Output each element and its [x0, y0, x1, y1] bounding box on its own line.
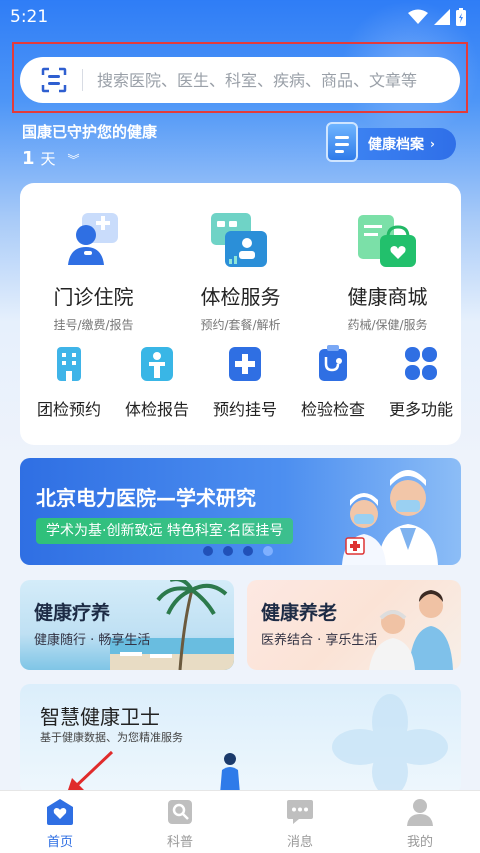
quick-label: 团检预约: [36, 400, 101, 419]
service-mall[interactable]: 健康商城 药械/保健/服务: [314, 183, 461, 333]
tab-label: 首页: [46, 835, 73, 850]
stethoscope-icon: [315, 345, 351, 383]
service-subtitle: 预约/套餐/解析: [200, 318, 281, 332]
banner-tag: 学术为基·创新致远 特色科室·名医挂号: [36, 518, 294, 544]
double-chevron-down-icon: ︾: [67, 153, 80, 167]
card-title: 健康养老: [261, 602, 338, 624]
carousel-dot[interactable]: [223, 546, 233, 556]
person-illustration: [220, 753, 240, 794]
guard-days[interactable]: 1 天 ︾: [22, 148, 80, 169]
service-title: 门诊住院: [53, 285, 134, 309]
status-bar: 5:21: [0, 0, 480, 34]
guard-text: 国康已守护您的健康: [22, 123, 158, 141]
chat-bubble-icon: [285, 797, 315, 827]
quick-report[interactable]: 体检报告: [113, 345, 201, 420]
service-title: 体检服务: [200, 285, 281, 309]
guardian-title: 智慧健康卫士: [40, 705, 160, 729]
status-time: 5:21: [10, 7, 49, 27]
building-icon: [51, 345, 87, 383]
tab-label: 消息: [286, 835, 313, 850]
home-heart-icon: [45, 797, 75, 827]
elderly-nurse-illustration: [369, 590, 453, 670]
book-icon: [165, 797, 195, 827]
plus-register-icon: [227, 345, 263, 383]
service-subtitle: 药械/保健/服务: [347, 318, 428, 332]
quick-label: 预约挂号: [212, 400, 277, 419]
clipboard-icon: [326, 122, 358, 162]
search-bar[interactable]: [20, 57, 460, 103]
banner-title: 北京电力医院—学术研究: [36, 486, 256, 510]
quick-label: 更多功能: [388, 400, 453, 419]
carousel-dot[interactable]: [243, 546, 253, 556]
guard-days-unit: 天: [40, 150, 56, 168]
guard-days-number: 1: [22, 148, 35, 169]
quick-group-checkup[interactable]: 团检预约: [25, 345, 113, 420]
search-divider: [82, 69, 83, 91]
convalescence-card[interactable]: 健康疗养 健康随行 · 畅享生活: [20, 580, 234, 670]
tab-label: 我的: [406, 835, 433, 850]
shopping-bag-heart-icon: [357, 213, 418, 269]
quick-register[interactable]: 预约挂号: [201, 345, 289, 420]
grid-more-icon: [403, 345, 439, 383]
carousel-dots: [203, 546, 273, 556]
quick-label: 体检报告: [124, 400, 189, 419]
battery-icon: [456, 8, 466, 26]
banner-carousel[interactable]: 北京电力医院—学术研究 学术为基·创新致远 特色科室·名医挂号: [20, 458, 461, 565]
quick-more[interactable]: 更多功能: [377, 345, 465, 420]
user-icon: [405, 797, 435, 827]
chevron-right-icon: ›: [430, 137, 435, 151]
carousel-dot[interactable]: [263, 546, 273, 556]
checkup-id-icon: [210, 213, 271, 269]
tab-label: 科普: [166, 835, 193, 850]
card-subtitle: 医养结合 · 享乐生活: [261, 633, 378, 648]
services-card: 门诊住院 挂号/缴费/报告 体检服务 预约/套餐/解析 健康商城 药械/保健/服…: [20, 183, 461, 445]
health-record-label: 健康档案: [368, 137, 424, 153]
signal-icon: [434, 9, 450, 25]
card-title: 健康疗养: [34, 602, 111, 624]
guardian-subtitle: 基于健康数据、为您精准服务: [40, 731, 183, 744]
quick-label: 检验检查: [300, 400, 365, 419]
service-subtitle: 挂号/缴费/报告: [53, 318, 134, 332]
bottom-tab-bar: 首页 科普 消息 我的: [0, 790, 480, 853]
doctor-plus-icon: [64, 213, 124, 269]
person-report-icon: [139, 345, 175, 383]
carousel-dot[interactable]: [203, 546, 213, 556]
wifi-icon: [408, 9, 428, 24]
service-title: 健康商城: [347, 285, 428, 309]
doctors-illustration: [342, 470, 438, 565]
service-outpatient[interactable]: 门诊住院 挂号/缴费/报告: [20, 183, 167, 333]
flower-decoration: [332, 694, 448, 792]
tab-profile[interactable]: 我的: [360, 791, 480, 850]
tab-science[interactable]: 科普: [120, 791, 240, 850]
elderly-care-card[interactable]: 健康养老 医养结合 · 享乐生活: [247, 580, 461, 670]
scan-icon[interactable]: [40, 66, 68, 94]
card-subtitle: 健康随行 · 畅享生活: [34, 633, 151, 648]
service-checkup[interactable]: 体检服务 预约/套餐/解析: [167, 183, 314, 333]
quick-lab-test[interactable]: 检验检查: [289, 345, 377, 420]
tab-messages[interactable]: 消息: [240, 791, 360, 850]
beach-illustration: [110, 580, 234, 670]
search-input[interactable]: [97, 70, 447, 90]
health-record-button[interactable]: 健康档案 ›: [326, 122, 456, 162]
tab-home[interactable]: 首页: [0, 791, 120, 850]
